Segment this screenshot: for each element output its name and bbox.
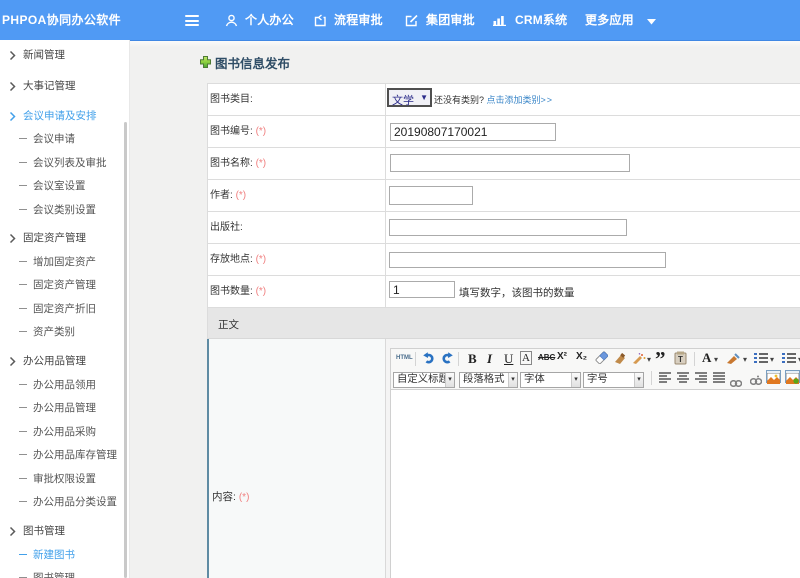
svg-text:T: T bbox=[678, 355, 683, 364]
